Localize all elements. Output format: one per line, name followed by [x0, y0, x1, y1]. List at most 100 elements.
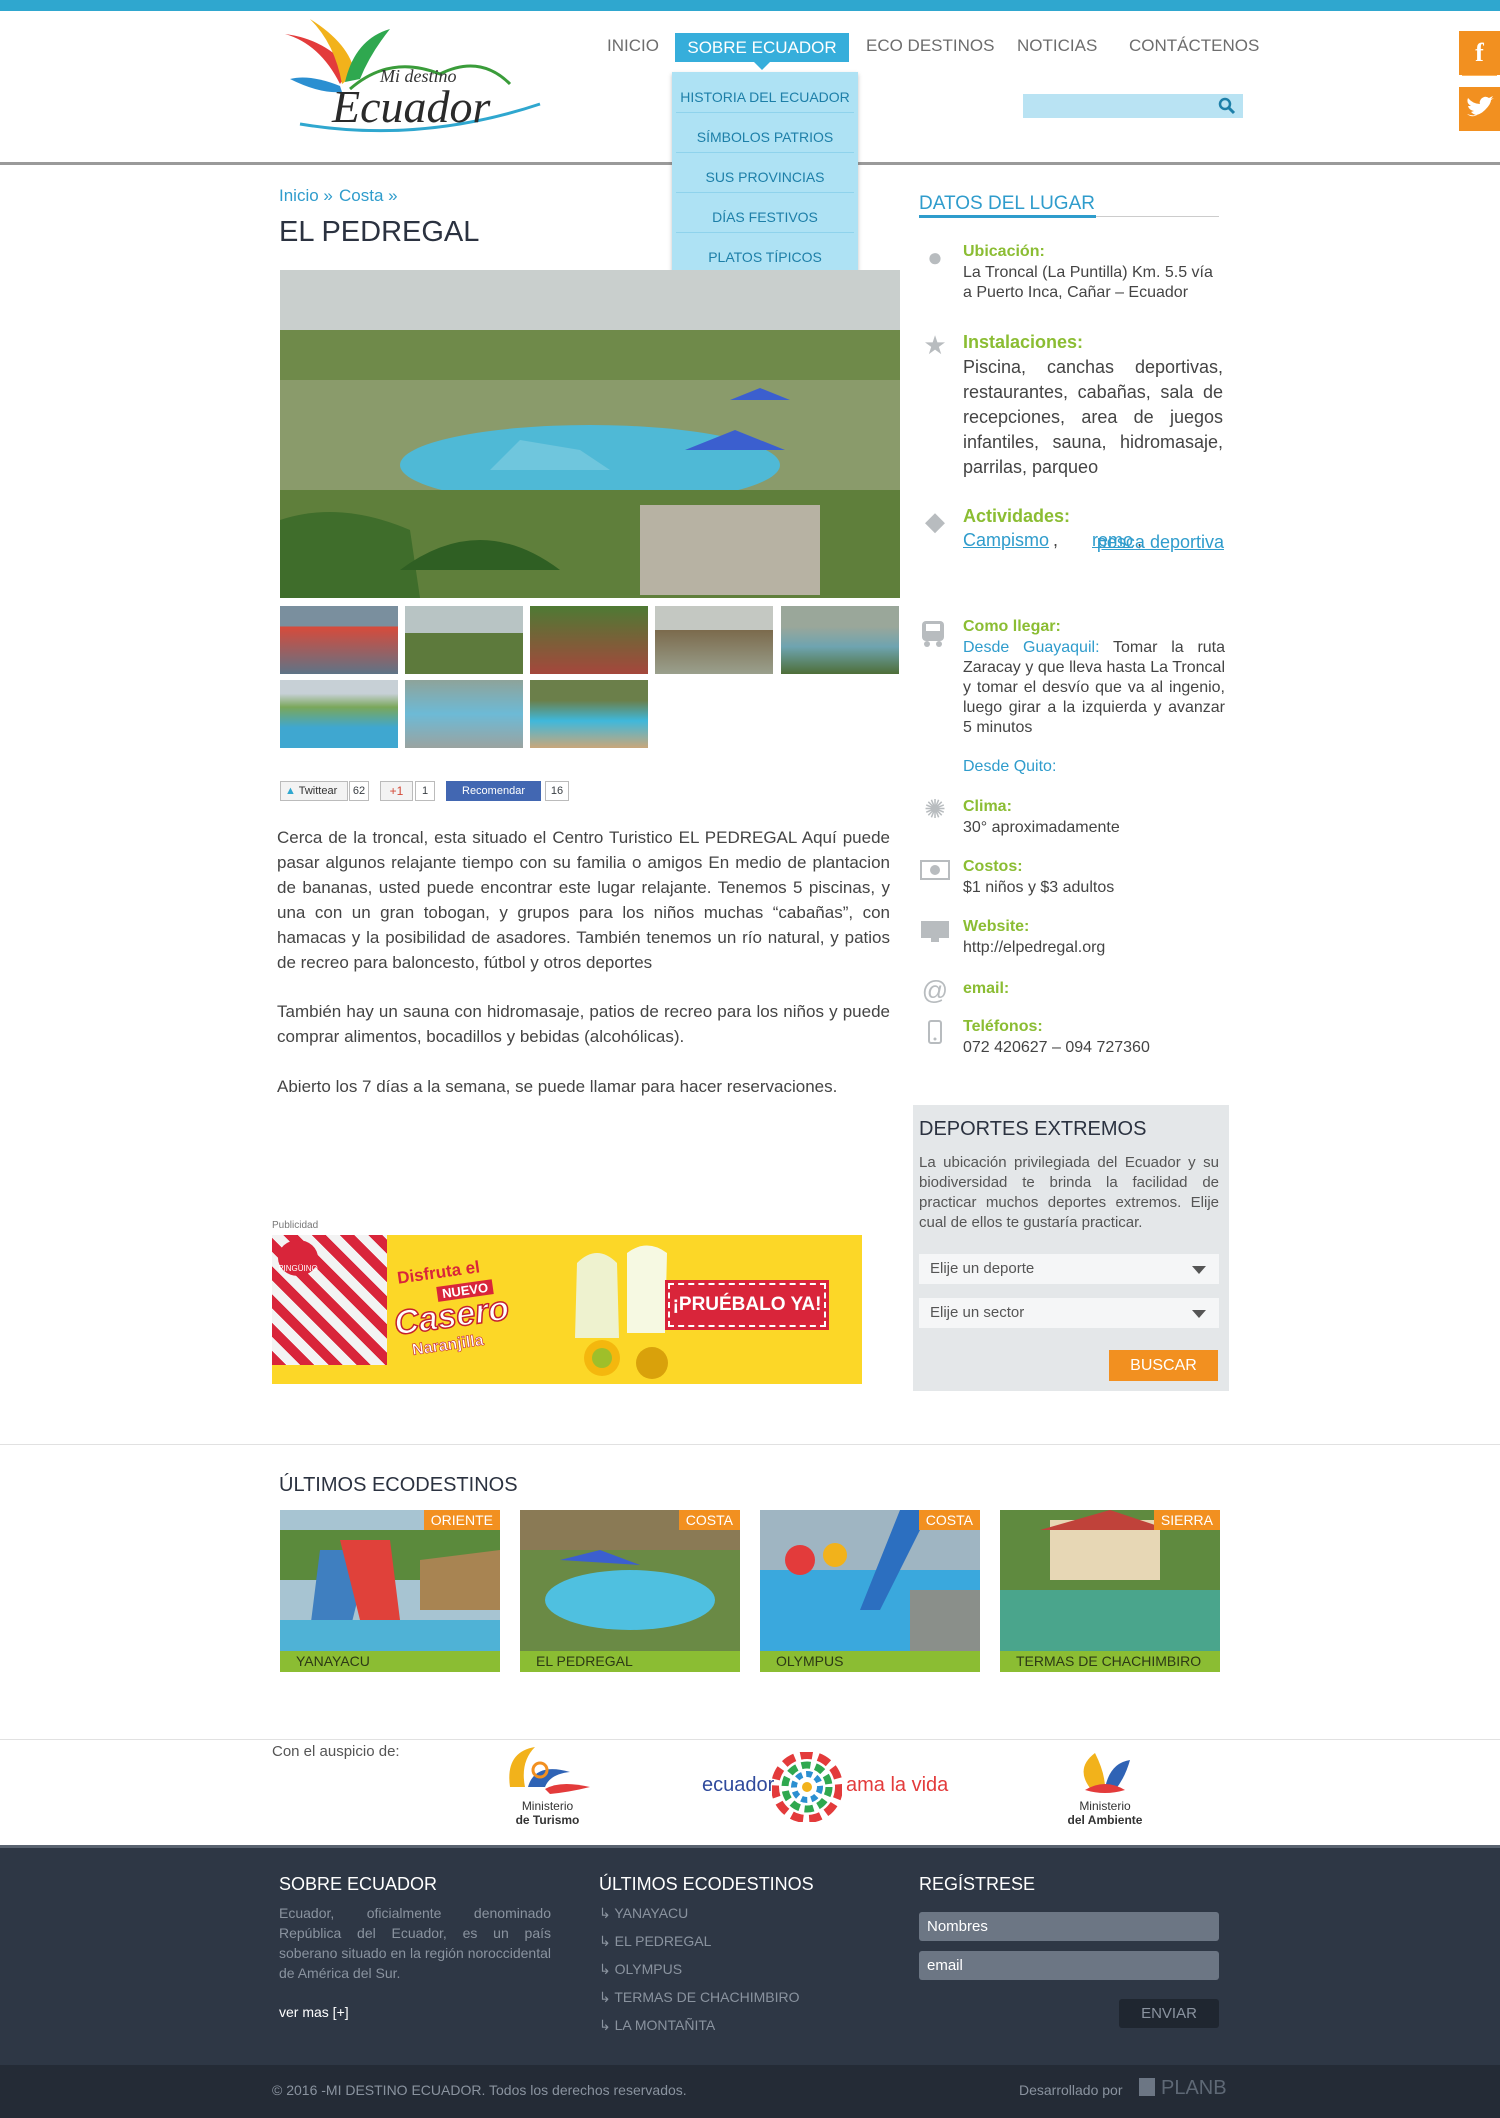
gallery-thumb-7[interactable] [405, 680, 523, 748]
footer-ecodestino-link[interactable]: ↳ EL PEDREGAL [599, 1933, 711, 1950]
ad-banner[interactable]: PINGÜINO Disfruta el NUEVO Casero Naranj… [272, 1235, 862, 1384]
telefonos-label: Teléfonos: [963, 1018, 1043, 1035]
submenu-historia[interactable]: HISTORIA DEL ECUADOR [672, 89, 858, 105]
facebook-recommend-button[interactable]: Recomendar [446, 781, 541, 801]
gallery-thumb-6[interactable] [280, 680, 398, 748]
ecodestino-card-name: OLYMPUS [760, 1651, 980, 1672]
twitter-bird-icon: ▲ [285, 785, 296, 797]
ecuador-ama-la-vida-logo[interactable] [772, 1752, 842, 1822]
main-photo[interactable] [280, 270, 900, 598]
actividad-link[interactable]: pesca deportiva [963, 530, 1224, 555]
email-field[interactable]: email [919, 1951, 1219, 1980]
footer-ecodestino-link[interactable]: ↳ OLYMPUS [599, 1961, 682, 1978]
arrow-return-icon: ↳ [599, 2017, 615, 2033]
deportes-description: La ubicación privilegiada del Ecuador y … [919, 1154, 1219, 1231]
ad-cta-button[interactable]: ¡PRUÉBALO YA! [665, 1280, 829, 1330]
clima-value: 30° aproximadamente [963, 819, 1120, 836]
footer-ecodestino-link[interactable]: ↳ TERMAS DE CHACHIMBIRO [599, 1989, 800, 2006]
nav-sobre-ecuador[interactable]: SOBRE ECUADOR [675, 33, 849, 62]
tags-icon: ◆ [925, 506, 945, 536]
search-icon[interactable] [1218, 97, 1236, 115]
website-label: Website: [963, 918, 1030, 935]
sector-select[interactable]: Elije un sector [919, 1298, 1219, 1328]
minamb-line2: del Ambiente [1067, 1813, 1143, 1827]
page-title: EL PEDREGAL [279, 216, 480, 248]
footer-ecodestino-link[interactable]: ↳ YANAYACU [599, 1905, 688, 1922]
nav-noticias[interactable]: NOTICIAS [1017, 36, 1097, 56]
developer-label: Desarrollado por [1019, 2082, 1123, 2098]
mintur-line1: Ministerio [521, 1799, 574, 1813]
como-llegar-guayaquil: Desde Guayaquil: Tomar la ruta Zaracay y… [963, 638, 1225, 738]
instalaciones-label: Instalaciones: [963, 332, 1084, 352]
enviar-button[interactable]: ENVIAR [1119, 1999, 1219, 2028]
article-paragraph: Cerca de la troncal, esta situado el Cen… [277, 828, 890, 972]
ecodestino-card[interactable]: COSTA OLYMPUS [760, 1510, 980, 1672]
clima-label: Clima: [963, 798, 1012, 815]
gallery-thumb-3[interactable] [530, 606, 648, 674]
submenu-divider [676, 232, 854, 233]
nav-eco-destinos[interactable]: ECO DESTINOS [866, 36, 994, 56]
ministerio-ambiente-emblem [1083, 1753, 1130, 1793]
submenu-platos-tipicos[interactable]: PLATOS TÍPICOS [672, 249, 858, 265]
breadcrumb-costa[interactable]: Costa » [339, 186, 398, 206]
region-badge: ORIENTE [423, 1510, 500, 1530]
instalaciones-value: Piscina, canchas deportivas, restaurante… [963, 357, 1223, 477]
twitter-icon[interactable] [1459, 87, 1500, 131]
twitter-share-button[interactable]: ▲ Twittear [280, 781, 348, 801]
breadcrumb-inicio[interactable]: Inicio » [279, 186, 333, 206]
ecodestino-card-image [520, 1510, 740, 1651]
submenu-dias-festivos[interactable]: DÍAS FESTIVOS [672, 209, 858, 225]
ecodestino-card-image [1000, 1510, 1220, 1651]
gallery-thumb-1[interactable] [280, 606, 398, 674]
region-badge: COSTA [918, 1510, 980, 1530]
costos-label: Costos: [963, 858, 1023, 875]
footer-sobre-text: Ecuador, oficialmente denominado Repúbli… [279, 1905, 551, 1981]
nombres-field[interactable]: Nombres [919, 1912, 1219, 1941]
ad-brand-logo: PINGÜINO [278, 1240, 318, 1276]
section-divider [0, 1444, 1500, 1445]
site-logo[interactable]: Mi destino Ecuador [280, 14, 555, 144]
google-plus-button[interactable]: +1 [380, 781, 413, 801]
sun-icon: ✺ [924, 794, 946, 824]
star-icon: ★ [923, 330, 947, 360]
submenu-provincias[interactable]: SUS PROVINCIAS [672, 169, 858, 185]
ecodestino-card[interactable]: COSTA EL PEDREGAL [520, 1510, 740, 1672]
gallery-thumb-8[interactable] [530, 680, 648, 748]
ecodestino-card-name: EL PEDREGAL [520, 1651, 740, 1672]
footer-ecodestino-link[interactable]: ↳ LA MONTAÑITA [599, 2017, 715, 2034]
website-value[interactable]: http://elpedregal.org [963, 938, 1105, 958]
nav-active-arrow [754, 62, 770, 70]
chevron-down-icon [1192, 1266, 1206, 1274]
ver-mas-link[interactable]: ver mas [+] [279, 2004, 349, 2020]
deporte-select[interactable]: Elije un deporte [919, 1254, 1219, 1284]
ministerio-turismo-logo[interactable]: Ministerio de Turismo [500, 1742, 595, 1832]
ministerio-ambiente-logo[interactable]: Ministerio del Ambiente [1060, 1748, 1150, 1828]
ecodestino-card-name: YANAYACU [280, 1651, 500, 1672]
gallery-thumb-4[interactable] [655, 606, 773, 674]
desde-quito-label: Desde Quito: [963, 758, 1057, 775]
planb-logo[interactable]: PLANB [1161, 2077, 1227, 2100]
search-input[interactable] [1023, 94, 1243, 118]
email-label: email: [963, 980, 1010, 997]
arrow-return-icon: ↳ [599, 1961, 615, 1977]
twitter-share-count: 62 [349, 781, 369, 801]
deportes-extremos-panel [913, 1105, 1229, 1391]
ultimos-title: ÚLTIMOS ECODESTINOS [279, 1474, 518, 1496]
top-accent-bar [0, 0, 1500, 11]
buscar-button[interactable]: BUSCAR [1109, 1350, 1218, 1381]
ecodestino-card[interactable]: SIERRA TERMAS DE CHACHIMBIRO [1000, 1510, 1220, 1672]
facebook-icon[interactable]: f [1459, 31, 1500, 75]
nav-inicio[interactable]: INICIO [607, 36, 659, 56]
gallery-thumb-2[interactable] [405, 606, 523, 674]
article-paragraph: Abierto los 7 días a la semana, se puede… [277, 1077, 838, 1096]
article-paragraph: También hay un sauna con hidromasaje, pa… [277, 1002, 890, 1046]
submenu-divider [676, 112, 854, 113]
submenu-divider [676, 152, 854, 153]
costos-value: $1 niños y $3 adultos [963, 879, 1115, 896]
submenu-simbolos[interactable]: SÍMBOLOS PATRIOS [672, 129, 858, 145]
google-plus-count: 1 [415, 781, 435, 801]
ecodestino-card[interactable]: ORIENTE YANAYACU [280, 1510, 500, 1672]
phone-icon [928, 1020, 942, 1044]
gallery-thumb-5[interactable] [781, 606, 899, 674]
nav-contactenos[interactable]: CONTÁCTENOS [1129, 36, 1259, 56]
